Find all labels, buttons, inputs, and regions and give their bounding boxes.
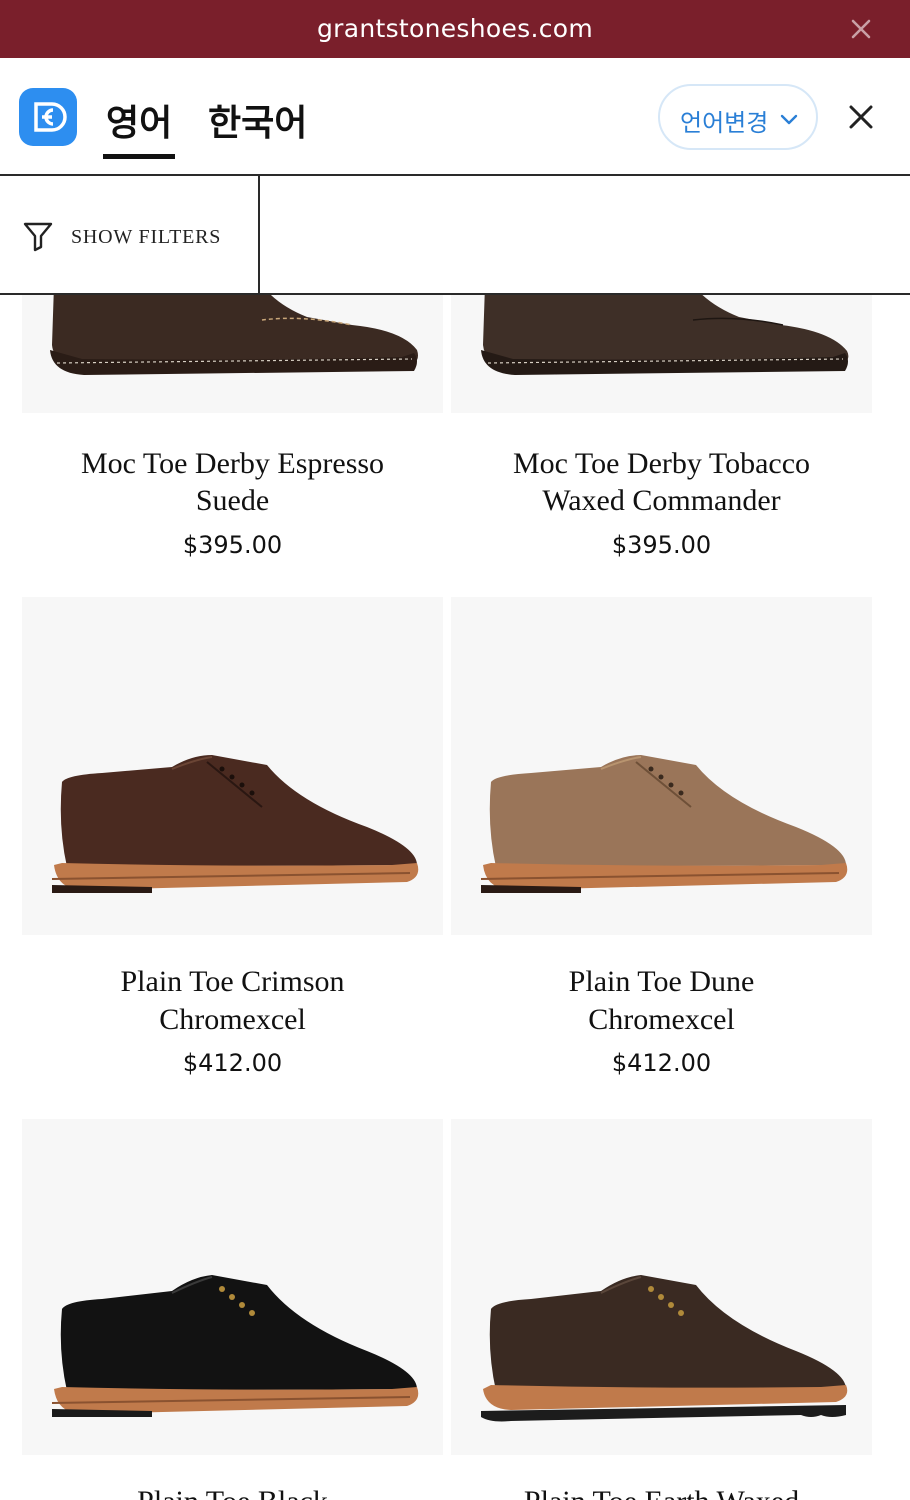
product-image[interactable] <box>22 1119 443 1455</box>
change-language-label: 언어변경 <box>680 109 769 137</box>
product-card[interactable]: Moc Toe Derby Espresso Suede $395.00 <box>22 295 443 595</box>
translator-logo-icon <box>19 88 77 146</box>
product-title-line1[interactable]: Plain Toe Black <box>22 1483 443 1500</box>
product-title-line1[interactable]: Plain Toe Earth Waxed <box>451 1483 872 1500</box>
product-title-line1[interactable]: Plain Toe Dune <box>451 963 872 1001</box>
product-title-line2[interactable]: Suede <box>22 482 443 520</box>
url-text[interactable]: grantstoneshoes.com <box>0 14 910 43</box>
product-grid: Moc Toe Derby Espresso Suede $395.00 Moc… <box>0 295 910 1500</box>
product-title-line2[interactable]: Chromexcel <box>451 1001 872 1039</box>
active-tab-indicator <box>103 154 175 159</box>
tab-english[interactable]: 영어 <box>106 94 172 146</box>
product-card[interactable]: Plain Toe Crimson Chromexcel $412.00 <box>22 597 443 1097</box>
product-title-line2[interactable]: Chromexcel <box>22 1001 443 1039</box>
product-card[interactable]: Moc Toe Derby Tobacco Waxed Commander $3… <box>451 295 872 595</box>
product-image[interactable] <box>451 295 872 413</box>
show-filters-button[interactable]: SHOW FILTERS <box>0 176 260 293</box>
product-image[interactable] <box>451 1119 872 1455</box>
show-filters-label: SHOW FILTERS <box>71 226 222 248</box>
product-image[interactable] <box>22 295 443 413</box>
close-translator-icon[interactable] <box>848 104 874 130</box>
product-price: $395.00 <box>182 531 283 559</box>
product-price: $412.00 <box>182 1049 283 1077</box>
product-title-line1[interactable]: Plain Toe Crimson <box>22 963 443 1001</box>
product-card[interactable]: Plain Toe Black <box>22 1119 443 1500</box>
product-title-line1[interactable]: Moc Toe Derby Espresso <box>22 445 443 483</box>
product-image[interactable] <box>22 597 443 935</box>
product-image[interactable] <box>451 597 872 935</box>
browser-url-bar: grantstoneshoes.com <box>0 0 910 58</box>
product-title-line2[interactable]: Waxed Commander <box>451 482 872 520</box>
product-price: $412.00 <box>611 1049 712 1077</box>
product-price: $395.00 <box>611 531 712 559</box>
close-icon[interactable] <box>850 18 872 40</box>
product-card[interactable]: Plain Toe Earth Waxed <box>451 1119 872 1500</box>
translator-bar: 영어 한국어 언어변경 <box>0 58 910 176</box>
filter-bar: SHOW FILTERS <box>0 176 910 295</box>
product-title-line1[interactable]: Moc Toe Derby Tobacco <box>451 445 872 483</box>
chevron-down-icon <box>780 110 798 128</box>
product-card[interactable]: Plain Toe Dune Chromexcel $412.00 <box>451 597 872 1097</box>
filter-funnel-icon <box>22 220 54 252</box>
change-language-button[interactable]: 언어변경 <box>658 84 818 150</box>
tab-korean[interactable]: 한국어 <box>208 94 307 146</box>
